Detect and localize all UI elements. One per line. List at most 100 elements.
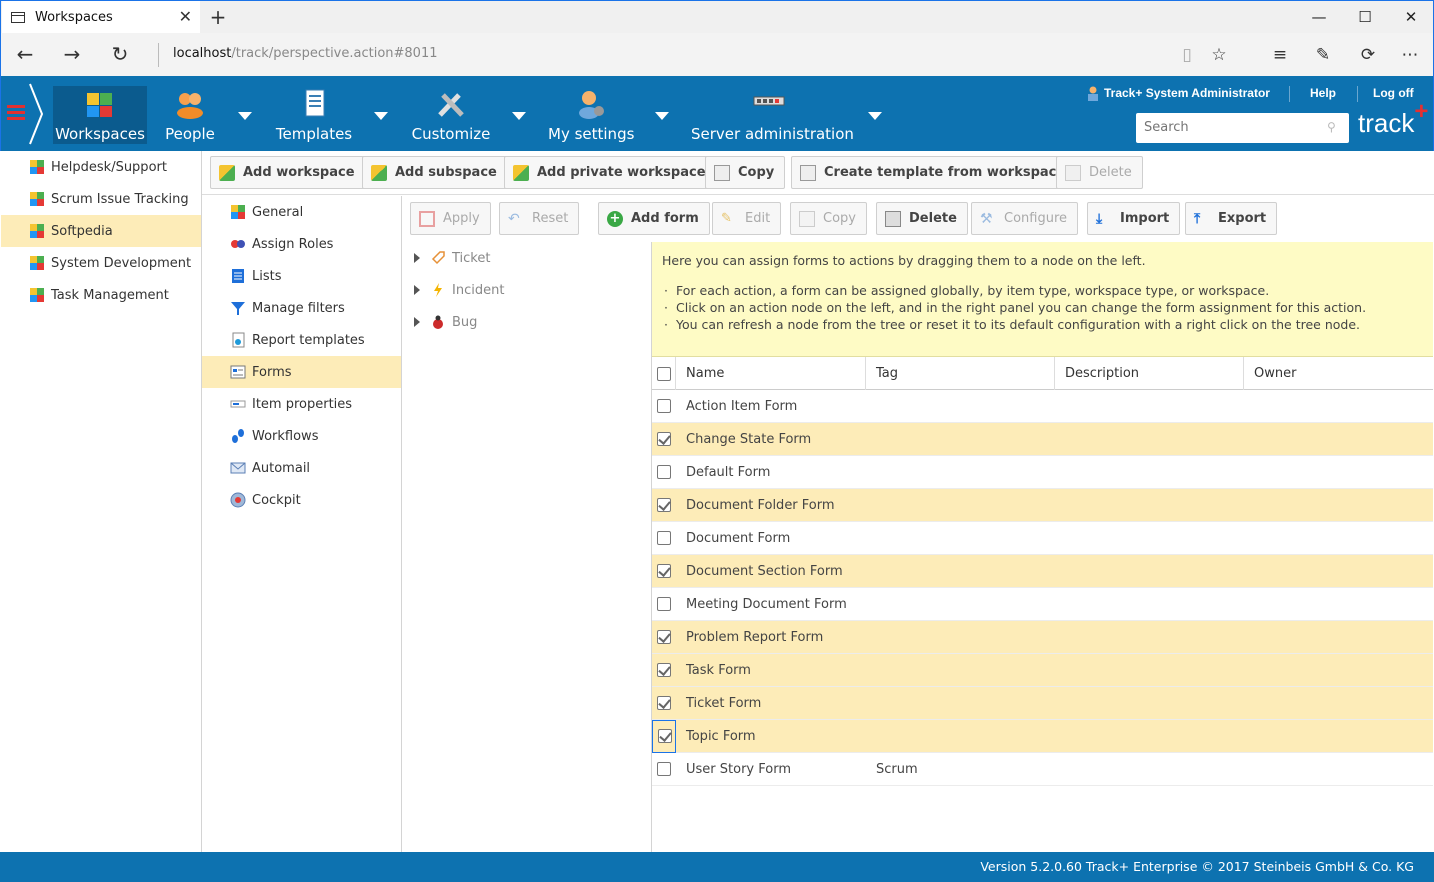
column-header-description[interactable]: Description [1055, 357, 1244, 390]
reading-view-icon[interactable]: ▯ [1174, 43, 1200, 67]
table-row[interactable]: Action Item Form [652, 390, 1433, 423]
web-note-icon[interactable]: ✎ [1310, 43, 1336, 67]
workspace-item[interactable]: Task Management [1, 279, 201, 311]
expand-arrow-icon[interactable] [414, 253, 420, 263]
column-header-owner[interactable]: Owner [1244, 357, 1433, 390]
reset-button[interactable]: ↶ Reset [499, 202, 580, 235]
row-checkbox[interactable] [657, 564, 671, 578]
nav-workspaces[interactable]: Workspaces [53, 86, 147, 144]
config-item-assign-roles[interactable]: Assign Roles [202, 228, 401, 260]
browser-tab[interactable]: Workspaces ✕ [2, 1, 200, 34]
row-checkbox[interactable] [657, 432, 671, 446]
favorite-star-icon[interactable]: ☆ [1206, 43, 1232, 67]
row-checkbox[interactable] [657, 696, 671, 710]
table-row[interactable]: Meeting Document Form [652, 588, 1433, 621]
row-checkbox[interactable] [658, 729, 672, 743]
forward-icon[interactable]: → [57, 41, 87, 69]
row-checkbox[interactable] [657, 630, 671, 644]
table-row[interactable]: Task Form [652, 654, 1433, 687]
table-row[interactable]: Ticket Form [652, 687, 1433, 720]
delete-workspace-button[interactable]: Delete [1056, 156, 1143, 189]
more-icon[interactable]: ⋯ [1397, 43, 1423, 67]
config-item-lists[interactable]: Lists [202, 260, 401, 292]
table-row[interactable]: Change State Form [652, 423, 1433, 456]
config-item-forms[interactable]: Forms [202, 356, 401, 388]
workspace-item[interactable]: Softpedia [1, 215, 201, 247]
table-row[interactable]: Default Form [652, 456, 1433, 489]
row-checkbox[interactable] [657, 498, 671, 512]
config-item-workflows[interactable]: Workflows [202, 420, 401, 452]
server-administration-dropdown-icon[interactable] [868, 112, 882, 120]
config-item-cockpit[interactable]: Cockpit [202, 484, 401, 516]
new-tab-button[interactable]: + [206, 5, 230, 29]
share-icon[interactable]: ⟳ [1355, 43, 1381, 67]
tree-node-incident[interactable]: Incident [402, 274, 651, 306]
workspace-item[interactable]: Helpdesk/Support [1, 151, 201, 183]
templates-dropdown-icon[interactable] [374, 112, 388, 120]
tab-close-icon[interactable]: ✕ [179, 7, 192, 26]
expand-arrow-icon[interactable] [414, 285, 420, 295]
nav-templates[interactable]: Templates [273, 86, 355, 144]
config-item-general[interactable]: General [202, 196, 401, 228]
tree-node-ticket[interactable]: Ticket [402, 242, 651, 274]
edit-button[interactable]: ✎ Edit [712, 202, 782, 235]
search-icon[interactable]: ⚲ [1327, 120, 1341, 134]
workspace-item[interactable]: System Development [1, 247, 201, 279]
copy-workspace-button[interactable]: Copy [705, 156, 786, 189]
workspace-item[interactable]: Scrum Issue Tracking [1, 183, 201, 215]
nav-customize[interactable]: Customize [411, 86, 491, 144]
hub-icon[interactable]: ≡ [1267, 43, 1293, 67]
menu-icon[interactable] [7, 105, 25, 121]
minimize-button[interactable]: — [1296, 4, 1342, 30]
config-item-item-properties[interactable]: Item properties [202, 388, 401, 420]
table-row[interactable]: Problem Report Form [652, 621, 1433, 654]
export-button[interactable]: ⤒ Export [1185, 202, 1278, 235]
row-checkbox[interactable] [657, 399, 671, 413]
row-checkbox[interactable] [657, 531, 671, 545]
close-window-button[interactable]: ✕ [1388, 4, 1434, 30]
logoff-link[interactable]: Log off [1373, 86, 1414, 100]
add-private-workspace-icon [513, 164, 529, 181]
column-header-tag[interactable]: Tag [866, 357, 1055, 390]
nav-my-settings[interactable]: My settings [548, 86, 634, 144]
create-template-button[interactable]: Create template from workspace [791, 156, 1077, 189]
bug-icon [433, 315, 443, 329]
copy-form-button[interactable]: Copy [790, 202, 867, 235]
configure-button[interactable]: ⚒ Configure [971, 202, 1079, 235]
row-checkbox[interactable] [657, 465, 671, 479]
my-settings-dropdown-icon[interactable] [655, 112, 669, 120]
config-item-report-templates[interactable]: Report templates [202, 324, 401, 356]
people-dropdown-icon[interactable] [238, 112, 252, 120]
config-item-manage-filters[interactable]: Manage filters [202, 292, 401, 324]
search-input[interactable] [1144, 113, 1324, 141]
nav-people[interactable]: People [159, 86, 221, 144]
table-row[interactable]: Topic Form [652, 719, 1433, 753]
import-button[interactable]: ⤓ Import [1087, 202, 1181, 235]
table-row[interactable]: User Story Form Scrum [652, 753, 1433, 786]
row-checkbox[interactable] [657, 597, 671, 611]
select-all-checkbox[interactable] [657, 366, 671, 381]
add-private-workspace-button[interactable]: Add private workspace [504, 156, 717, 189]
table-row[interactable]: Document Folder Form [652, 489, 1433, 522]
add-form-button[interactable]: + Add form [598, 202, 710, 235]
delete-form-button[interactable]: Delete [876, 202, 968, 235]
column-header-name[interactable]: Name [676, 357, 866, 390]
table-row[interactable]: Document Form [652, 522, 1433, 555]
config-item-automail[interactable]: Automail [202, 452, 401, 484]
nav-server-administration[interactable]: Server administration [691, 86, 854, 144]
apply-button[interactable]: Apply [410, 202, 491, 235]
maximize-button[interactable]: ☐ [1342, 4, 1388, 30]
refresh-icon[interactable]: ↻ [105, 41, 135, 69]
current-user[interactable]: Track+ System Administrator [1104, 86, 1270, 100]
add-subspace-button[interactable]: Add subspace [362, 156, 508, 189]
row-checkbox[interactable] [657, 663, 671, 677]
tree-node-bug[interactable]: Bug [402, 306, 651, 338]
expand-arrow-icon[interactable] [414, 317, 420, 327]
row-checkbox[interactable] [657, 762, 671, 776]
back-icon[interactable]: ← [10, 41, 40, 69]
table-row[interactable]: Document Section Form [652, 555, 1433, 588]
url-field[interactable]: localhost/track/perspective.action#8011 [173, 46, 438, 61]
help-link[interactable]: Help [1310, 86, 1336, 100]
add-workspace-button[interactable]: Add workspace [210, 156, 366, 189]
customize-dropdown-icon[interactable] [512, 112, 526, 120]
